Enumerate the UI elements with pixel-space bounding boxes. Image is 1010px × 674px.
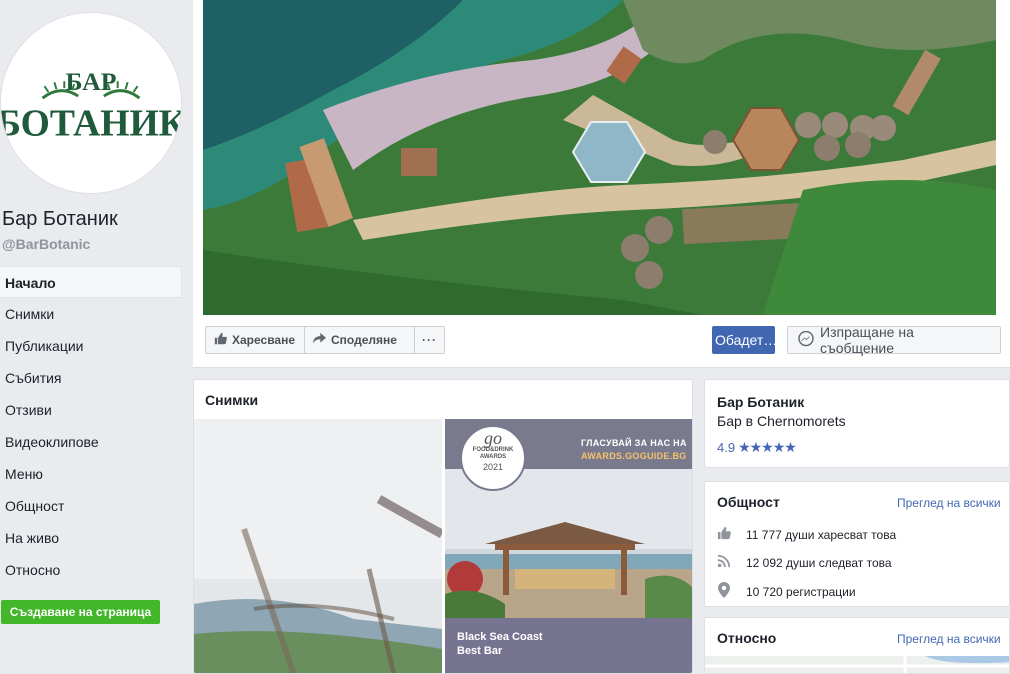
like-button[interactable]: Харесване <box>205 326 305 354</box>
nav-item-videos[interactable]: Видеоклипове <box>0 426 182 458</box>
thumbs-up-icon <box>214 332 227 348</box>
award-vote-url: AWARDS.GOGUIDE.BG <box>581 451 687 461</box>
more-dots-icon: ··· <box>422 333 437 347</box>
map-image <box>705 656 1009 673</box>
messenger-icon <box>798 330 814 350</box>
badge-go-logo: go <box>484 428 502 448</box>
follows-stat: 12 092 души следват това <box>717 554 892 571</box>
info-category: Бар в Chernomorets <box>717 413 846 429</box>
likes-count: 11 777 души харесват това <box>746 527 897 542</box>
go-awards-badge: go FOOD&DRINK AWARDS 2021 <box>460 425 526 491</box>
follows-count: 12 092 души следват това <box>746 555 892 570</box>
blurred-pergola-photo <box>194 419 442 673</box>
community-card: Общност Преглед на всички 11 777 души ха… <box>704 481 1010 607</box>
award-caption: Black Sea Coast Best Bar <box>457 630 543 658</box>
page-nav: Начало Снимки Публикации Събития Отзиви … <box>0 266 182 586</box>
likes-stat: 11 777 души харесват това <box>717 526 896 543</box>
award-caption-line1: Black Sea Coast <box>457 631 543 643</box>
about-title: Относно <box>717 630 777 646</box>
nav-item-events[interactable]: Събития <box>0 362 182 394</box>
location-pin-icon <box>717 582 746 601</box>
thumbs-up-icon <box>717 526 746 543</box>
checkins-count: 10 720 регистрации <box>746 584 856 599</box>
cover-card: Харесване Споделяне ··· Обадет… Изпращан… <box>193 0 1010 368</box>
nav-item-photos[interactable]: Снимки <box>0 298 182 330</box>
award-vote-text: ГЛАСУВАЙ ЗА НАС НА <box>581 438 687 448</box>
award-photo-thumbnail[interactable]: ГЛАСУВАЙ ЗА НАС НА AWARDS.GOGUIDE.BG go … <box>445 419 692 673</box>
nav-item-reviews[interactable]: Отзиви <box>0 394 182 426</box>
page-info-card: Бар Ботаник Бар в Chernomorets 4.9 ★★★★★ <box>704 379 1010 468</box>
aerial-cover-image <box>203 0 996 315</box>
page-handle[interactable]: @BarBotanic <box>2 236 90 252</box>
page-avatar[interactable]: БАР БОТАНИК <box>0 12 182 194</box>
photos-card: Снимки ГЛАСУВАЙ ЗА НАС НА AWARDS.GOGUIDE… <box>193 379 693 674</box>
svg-text:БОТАНИК: БОТАНИК <box>1 104 181 145</box>
info-page-name[interactable]: Бар Ботаник <box>717 394 804 410</box>
share-label: Споделяне <box>331 333 397 347</box>
community-see-all-link[interactable]: Преглед на всички <box>897 496 1001 510</box>
send-message-label: Изпращане на съобщение <box>820 324 914 356</box>
nav-item-home[interactable]: Начало <box>0 266 182 298</box>
award-caption-line2: Best Bar <box>457 645 503 657</box>
rating-value: 4.9 <box>717 440 736 455</box>
photos-card-title[interactable]: Снимки <box>205 392 258 408</box>
nav-item-live[interactable]: На живо <box>0 522 182 554</box>
badge-subtitle: FOOD&DRINK AWARDS <box>472 447 514 460</box>
checkins-stat: 10 720 регистрации <box>717 582 856 601</box>
about-see-all-link[interactable]: Преглед на всички <box>897 632 1001 646</box>
nav-item-community[interactable]: Общност <box>0 490 182 522</box>
share-arrow-icon <box>313 332 326 348</box>
send-message-button[interactable]: Изпращане на съобщение <box>787 324 1001 356</box>
create-page-button[interactable]: Създаване на страница <box>1 600 160 624</box>
cover-photo[interactable] <box>203 0 996 315</box>
more-options-button[interactable]: ··· <box>414 326 445 354</box>
about-card: Относно Преглед на всички <box>704 617 1010 674</box>
bar-botanik-logo: БАР БОТАНИК <box>1 13 181 193</box>
community-title: Общност <box>717 494 780 510</box>
location-map[interactable] <box>705 656 1009 673</box>
nav-item-menu[interactable]: Меню <box>0 458 182 490</box>
rss-follow-icon <box>717 554 746 571</box>
like-label: Харесване <box>232 333 296 347</box>
call-now-button[interactable]: Обадет… <box>712 326 775 354</box>
share-button[interactable]: Споделяне <box>304 326 415 354</box>
badge-year: 2021 <box>482 462 504 472</box>
page-rating[interactable]: 4.9 ★★★★★ <box>717 439 797 456</box>
rating-stars-icon: ★★★★★ <box>738 439 797 455</box>
page-title[interactable]: Бар Ботаник <box>2 208 118 231</box>
nav-item-about[interactable]: Относно <box>0 554 182 586</box>
award-caption-bar: Black Sea Coast Best Bar <box>445 618 692 673</box>
left-sidebar: БАР БОТАНИК Бар Ботаник @BarBotanic Нача… <box>0 0 192 674</box>
photo-thumbnail[interactable] <box>194 419 442 673</box>
nav-item-posts[interactable]: Публикации <box>0 330 182 362</box>
